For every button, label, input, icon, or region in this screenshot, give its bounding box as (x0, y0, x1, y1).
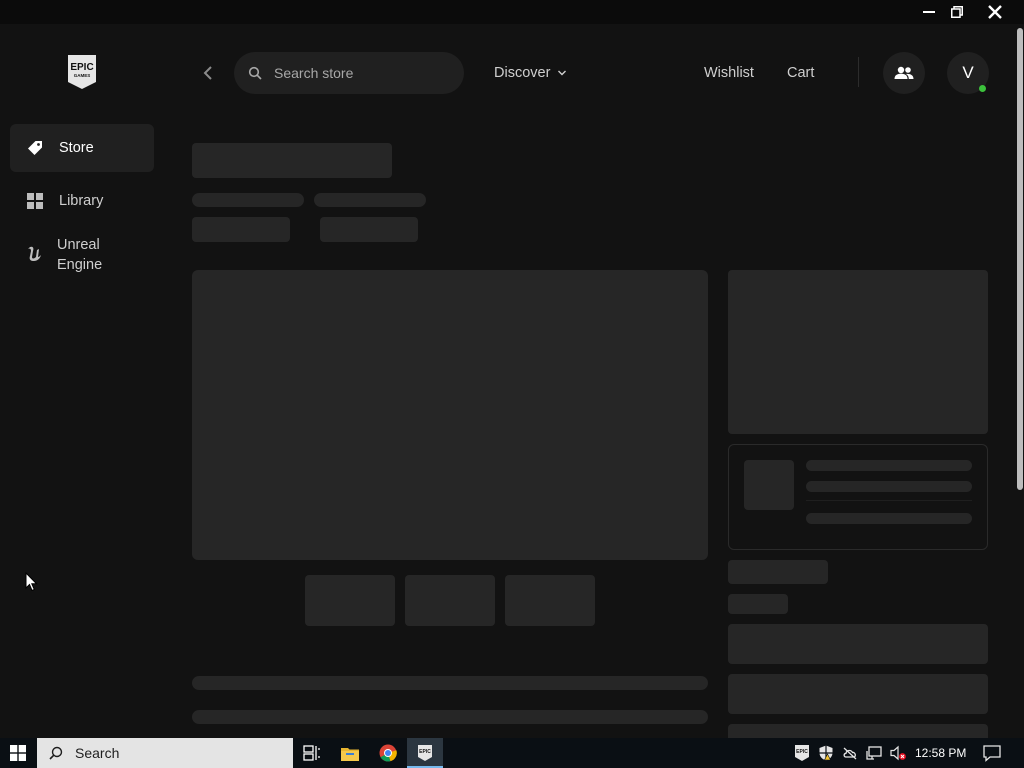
skeleton-price-tag (728, 560, 828, 584)
windows-logo-icon (10, 745, 26, 761)
sidebar-item-label: Library (59, 193, 104, 209)
online-status-dot (979, 85, 986, 92)
skeleton-thumbnail (505, 575, 595, 626)
friends-button[interactable] (883, 52, 925, 94)
close-button[interactable] (980, 0, 1010, 24)
scrollbar-thumb[interactable] (1017, 28, 1023, 490)
grid-icon (26, 192, 44, 210)
chrome-icon (379, 744, 397, 762)
discover-link[interactable]: Discover (494, 64, 550, 82)
svg-text:GAMES: GAMES (74, 73, 91, 78)
taskbar-search-box[interactable]: Search (37, 738, 293, 768)
svg-text:EPIC: EPIC (796, 749, 808, 755)
header-divider (858, 57, 859, 87)
close-icon (988, 5, 1002, 19)
chevron-left-icon (203, 66, 212, 80)
sidebar-item-library[interactable]: Library (10, 178, 154, 224)
task-view-icon (303, 745, 320, 761)
svg-text:EPIC: EPIC (70, 62, 93, 73)
folder-icon (341, 747, 359, 761)
skeleton-game-logo (728, 270, 988, 434)
epic-games-taskbar-button[interactable]: EPIC (407, 738, 443, 768)
skeleton-buy-button (728, 624, 988, 664)
taskbar-clock[interactable]: 12:58 PM (915, 745, 966, 761)
skeleton-wishlist-button (728, 724, 988, 738)
windows-taskbar: Search EPIC EPIC 12:58 PM (0, 738, 1024, 768)
skeleton-cart-button (728, 674, 988, 714)
skeleton-text (192, 710, 708, 724)
skeleton-thumbnail (405, 575, 495, 626)
friends-icon (894, 66, 914, 79)
mouse-cursor-icon (25, 572, 38, 592)
taskbar-search-label: Search (75, 745, 120, 761)
start-button[interactable] (0, 738, 36, 768)
sidebar-item-label: Unreal Engine (57, 237, 103, 273)
tray-epic-games-icon[interactable]: EPIC (794, 745, 810, 761)
tag-icon (26, 139, 44, 157)
search-store-box[interactable] (234, 52, 464, 94)
restore-icon (951, 6, 963, 18)
skeleton-hero-media (192, 270, 708, 560)
action-center-icon[interactable] (982, 744, 1002, 762)
sidebar-item-store[interactable]: Store (10, 124, 154, 172)
task-view-button[interactable] (294, 738, 330, 768)
skeleton-title (192, 143, 392, 178)
wishlist-link[interactable]: Wishlist (704, 64, 754, 82)
skeleton-text (806, 513, 972, 524)
network-icon[interactable] (866, 745, 882, 761)
skeleton-divider (806, 500, 972, 501)
skeleton-text (314, 193, 426, 207)
search-input[interactable] (274, 63, 454, 83)
skeleton-tag (192, 217, 290, 242)
epic-games-icon: EPIC (418, 745, 432, 761)
skeleton-text (806, 460, 972, 471)
cloud-sync-icon[interactable] (842, 745, 858, 761)
minimize-button[interactable] (914, 0, 944, 24)
epic-games-launcher-window: EPIC GAMES Store Library Unreal Engine D… (0, 0, 1024, 738)
svg-text:EPIC: EPIC (419, 749, 431, 755)
skeleton-text (806, 481, 972, 492)
unreal-engine-icon (26, 245, 44, 263)
cart-link[interactable]: Cart (787, 64, 814, 82)
security-shield-icon[interactable] (818, 745, 834, 761)
skeleton-rating-image (744, 460, 794, 510)
epic-games-logo[interactable]: EPIC GAMES (66, 55, 98, 89)
skeleton-tag (320, 217, 418, 242)
skeleton-thumbnail (305, 575, 395, 626)
volume-muted-icon[interactable] (890, 745, 906, 761)
restore-button[interactable] (942, 0, 972, 24)
search-icon (248, 66, 262, 80)
skeleton-text (192, 193, 304, 207)
sidebar-item-label: Store (59, 140, 94, 156)
skeleton-text (192, 676, 708, 690)
minimize-icon (923, 11, 935, 13)
chrome-button[interactable] (370, 738, 406, 768)
file-explorer-button[interactable] (332, 738, 368, 768)
back-button[interactable] (197, 62, 219, 84)
search-icon (49, 746, 63, 760)
skeleton-price (728, 594, 788, 614)
title-bar (0, 0, 1024, 24)
sidebar-item-unreal-engine[interactable]: Unreal Engine (10, 232, 154, 278)
chevron-down-icon[interactable] (557, 68, 567, 78)
